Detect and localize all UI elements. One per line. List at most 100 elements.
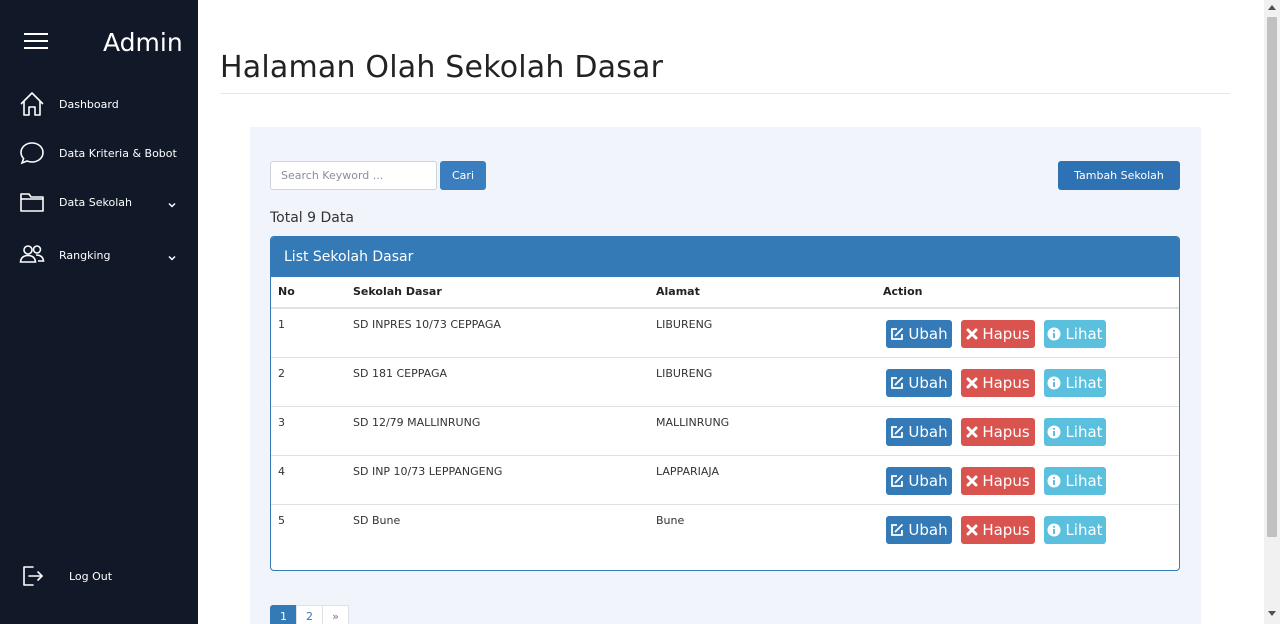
scroll-up-icon[interactable]	[1268, 5, 1276, 10]
cell-alamat: MALLINRUNG	[656, 416, 730, 429]
delete-label: Hapus	[982, 472, 1030, 490]
search-button[interactable]: Cari	[440, 161, 486, 190]
delete-button[interactable]: Hapus	[961, 320, 1035, 348]
pagination: 1 2 »	[270, 605, 349, 624]
edit-button[interactable]: Ubah	[886, 516, 952, 544]
view-label: Lihat	[1065, 374, 1103, 392]
edit-label: Ubah	[908, 472, 948, 490]
edit-label: Ubah	[908, 325, 948, 343]
edit-label: Ubah	[908, 423, 948, 441]
sidebar-item-data-sekolah[interactable]: Data Sekolah	[18, 186, 183, 218]
column-header-action: Action	[883, 285, 923, 298]
table-row: 2 SD 181 CEPPAGA LIBURENG Ubah Hapus Lih…	[271, 358, 1179, 407]
edit-icon	[890, 376, 904, 390]
view-button[interactable]: Lihat	[1044, 516, 1106, 544]
info-icon	[1047, 376, 1061, 390]
scroll-down-icon[interactable]	[1268, 611, 1276, 616]
page-title: Halaman Olah Sekolah Dasar	[220, 50, 664, 85]
edit-icon	[890, 523, 904, 537]
table-row: 1 SD INPRES 10/73 CEPPAGA LIBURENG Ubah …	[271, 309, 1179, 358]
delete-button[interactable]: Hapus	[961, 418, 1035, 446]
total-count: Total 9 Data	[270, 210, 354, 226]
cell-sekolah: SD 12/79 MALLINRUNG	[353, 416, 481, 429]
info-icon	[1047, 474, 1061, 488]
sidebar: Admin Dashboard Data Kriteria & Bobot Da…	[0, 0, 198, 624]
sidebar-item-data-kriteria[interactable]: Data Kriteria & Bobot	[18, 137, 183, 169]
sidebar-item-dashboard[interactable]: Dashboard	[18, 88, 183, 120]
delete-label: Hapus	[982, 423, 1030, 441]
cell-sekolah: SD INPRES 10/73 CEPPAGA	[353, 318, 501, 331]
page-link-2[interactable]: 2	[296, 605, 323, 624]
logout-icon	[18, 562, 46, 590]
delete-label: Hapus	[982, 325, 1030, 343]
cell-alamat: LIBURENG	[656, 318, 713, 331]
info-icon	[1047, 425, 1061, 439]
cell-no: 5	[278, 514, 285, 527]
view-button[interactable]: Lihat	[1044, 467, 1106, 495]
sidebar-item-label: Data Sekolah	[59, 195, 132, 209]
sidebar-item-label: Dashboard	[59, 97, 119, 111]
view-button[interactable]: Lihat	[1044, 369, 1106, 397]
logout-button[interactable]: Log Out	[18, 560, 183, 592]
table-row: 5 SD Bune Bune Ubah Hapus Lihat	[271, 505, 1179, 554]
delete-button[interactable]: Hapus	[961, 369, 1035, 397]
add-school-button[interactable]: Tambah Sekolah	[1058, 161, 1180, 190]
view-label: Lihat	[1065, 521, 1103, 539]
view-button[interactable]: Lihat	[1044, 320, 1106, 348]
edit-button[interactable]: Ubah	[886, 418, 952, 446]
info-icon	[1047, 327, 1061, 341]
chat-icon	[18, 139, 46, 167]
delete-label: Hapus	[982, 521, 1030, 539]
hamburger-menu-icon[interactable]	[24, 33, 48, 49]
title-divider	[220, 93, 1230, 94]
close-icon	[966, 426, 978, 438]
table-row: 3 SD 12/79 MALLINRUNG MALLINRUNG Ubah Ha…	[271, 407, 1179, 456]
home-icon	[18, 90, 46, 118]
edit-label: Ubah	[908, 374, 948, 392]
cell-alamat: LAPPARIAJA	[656, 465, 719, 478]
edit-label: Ubah	[908, 521, 948, 539]
close-icon	[966, 377, 978, 389]
edit-button[interactable]: Ubah	[886, 320, 952, 348]
cell-sekolah: SD INP 10/73 LEPPANGENG	[353, 465, 503, 478]
column-header-sekolah: Sekolah Dasar	[353, 285, 442, 298]
cell-sekolah: SD Bune	[353, 514, 401, 527]
view-button[interactable]: Lihat	[1044, 418, 1106, 446]
info-icon	[1047, 523, 1061, 537]
view-label: Lihat	[1065, 325, 1103, 343]
chevron-down-icon	[167, 248, 177, 267]
school-table-card: List Sekolah Dasar No Sekolah Dasar Alam…	[270, 236, 1180, 571]
cell-no: 2	[278, 367, 285, 380]
column-header-no: No	[278, 285, 295, 298]
cell-alamat: Bune	[656, 514, 685, 527]
edit-icon	[890, 425, 904, 439]
sidebar-item-label: Data Kriteria & Bobot	[59, 146, 177, 160]
logout-label: Log Out	[69, 569, 113, 583]
page-link-1[interactable]: 1	[270, 605, 297, 624]
cell-no: 4	[278, 465, 285, 478]
delete-button[interactable]: Hapus	[961, 516, 1035, 544]
close-icon	[966, 475, 978, 487]
page-next-button[interactable]: »	[322, 605, 349, 624]
edit-button[interactable]: Ubah	[886, 369, 952, 397]
edit-button[interactable]: Ubah	[886, 467, 952, 495]
view-label: Lihat	[1065, 423, 1103, 441]
close-icon	[966, 524, 978, 536]
table-row: 4 SD INP 10/73 LEPPANGENG LAPPARIAJA Uba…	[271, 456, 1179, 505]
sidebar-item-rangking[interactable]: Rangking	[18, 239, 183, 271]
cell-no: 1	[278, 318, 285, 331]
delete-label: Hapus	[982, 374, 1030, 392]
search-input[interactable]	[270, 161, 437, 190]
users-icon	[18, 241, 46, 269]
edit-icon	[890, 327, 904, 341]
close-icon	[966, 328, 978, 340]
delete-button[interactable]: Hapus	[961, 467, 1035, 495]
sidebar-brand: Admin	[103, 28, 183, 57]
folder-icon	[18, 188, 46, 216]
cell-no: 3	[278, 416, 285, 429]
cell-sekolah: SD 181 CEPPAGA	[353, 367, 448, 380]
scrollbar-thumb[interactable]	[1267, 17, 1277, 537]
view-label: Lihat	[1065, 472, 1103, 490]
edit-icon	[890, 474, 904, 488]
column-header-alamat: Alamat	[656, 285, 700, 298]
